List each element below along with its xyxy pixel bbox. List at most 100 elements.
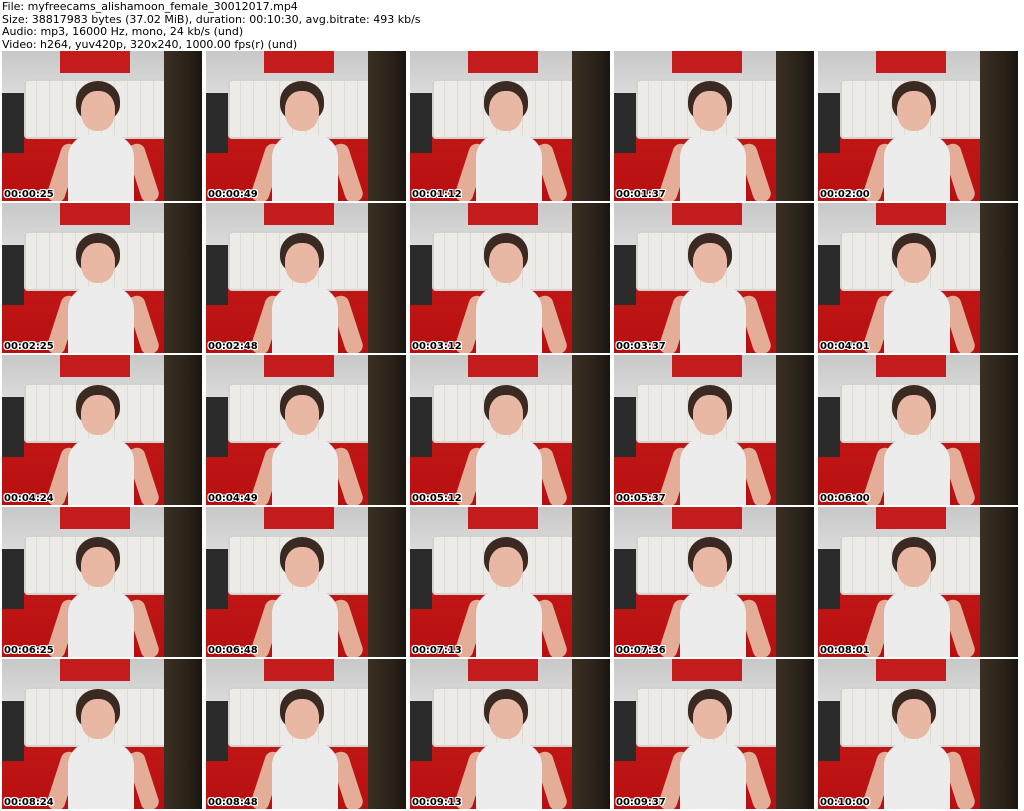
video-thumbnail: 00:06:00 — [818, 355, 1018, 505]
dark-furniture-left — [410, 397, 432, 457]
person-figure — [453, 233, 569, 353]
person-figure — [45, 81, 161, 201]
tank-top — [680, 439, 746, 505]
tank-top — [68, 743, 134, 809]
dark-furniture-left — [614, 93, 636, 153]
person-figure — [453, 385, 569, 505]
face — [489, 243, 523, 283]
dark-furniture-right — [368, 203, 406, 353]
red-object — [264, 507, 334, 529]
face — [81, 243, 115, 283]
tank-top — [680, 135, 746, 201]
person-figure — [45, 689, 161, 809]
thumbnail-timestamp: 00:10:00 — [820, 797, 870, 808]
tank-top — [476, 743, 542, 809]
dark-furniture-right — [572, 203, 610, 353]
red-object — [468, 659, 538, 681]
face — [897, 395, 931, 435]
tank-top — [476, 591, 542, 657]
red-object — [60, 507, 130, 529]
dark-furniture-right — [164, 659, 202, 809]
video-thumbnail: 00:00:25 — [2, 51, 202, 201]
thumbnail-timestamp: 00:04:01 — [820, 341, 870, 352]
thumbnail-timestamp: 00:07:13 — [412, 645, 462, 656]
thumbnail-timestamp: 00:08:48 — [208, 797, 258, 808]
video-thumbnail: 00:04:24 — [2, 355, 202, 505]
red-object — [672, 355, 742, 377]
person-figure — [861, 689, 977, 809]
red-object — [60, 659, 130, 681]
thumbnail-timestamp: 00:04:49 — [208, 493, 258, 504]
face — [489, 547, 523, 587]
person-figure — [45, 537, 161, 657]
person-figure — [249, 689, 365, 809]
video-thumbnail: 00:10:00 — [818, 659, 1018, 809]
thumbnail-timestamp: 00:06:25 — [4, 645, 54, 656]
tank-top — [476, 287, 542, 353]
person-figure — [657, 689, 773, 809]
dark-furniture-left — [410, 245, 432, 305]
tank-top — [272, 591, 338, 657]
face — [285, 91, 319, 131]
dark-furniture-left — [410, 93, 432, 153]
tank-top — [884, 135, 950, 201]
dark-furniture-left — [2, 549, 24, 609]
person-figure — [657, 81, 773, 201]
face — [81, 547, 115, 587]
dark-furniture-left — [206, 93, 228, 153]
video-thumbnail: 00:01:37 — [614, 51, 814, 201]
video-thumbnail: 00:06:48 — [206, 507, 406, 657]
red-object — [264, 203, 334, 225]
tank-top — [68, 287, 134, 353]
dark-furniture-left — [206, 549, 228, 609]
person-figure — [45, 233, 161, 353]
thumbnail-timestamp: 00:02:00 — [820, 189, 870, 200]
face — [897, 547, 931, 587]
video-thumbnail: 00:00:49 — [206, 51, 406, 201]
dark-furniture-left — [614, 701, 636, 761]
tank-top — [272, 287, 338, 353]
dark-furniture-right — [980, 203, 1018, 353]
person-figure — [249, 233, 365, 353]
face — [489, 699, 523, 739]
face — [285, 243, 319, 283]
thumbnail-timestamp: 00:07:36 — [616, 645, 666, 656]
thumbnail-timestamp: 00:02:48 — [208, 341, 258, 352]
red-object — [468, 355, 538, 377]
face — [693, 547, 727, 587]
dark-furniture-right — [572, 355, 610, 505]
dark-furniture-right — [368, 659, 406, 809]
video-thumbnail: 00:08:48 — [206, 659, 406, 809]
person-figure — [657, 233, 773, 353]
red-object — [672, 203, 742, 225]
dark-furniture-right — [572, 659, 610, 809]
file-name-line: File: myfreecams_alishamoon_female_30012… — [2, 0, 298, 13]
video-thumbnail: 00:02:00 — [818, 51, 1018, 201]
thumbnail-timestamp: 00:03:12 — [412, 341, 462, 352]
video-thumbnail: 00:02:25 — [2, 203, 202, 353]
red-object — [468, 51, 538, 73]
tank-top — [476, 135, 542, 201]
dark-furniture-right — [572, 51, 610, 201]
dark-furniture-left — [410, 701, 432, 761]
dark-furniture-left — [206, 245, 228, 305]
face — [285, 395, 319, 435]
video-thumbnail: 00:01:12 — [410, 51, 610, 201]
dark-furniture-right — [164, 51, 202, 201]
face — [897, 699, 931, 739]
dark-furniture-left — [206, 701, 228, 761]
dark-furniture-left — [410, 549, 432, 609]
dark-furniture-right — [980, 507, 1018, 657]
dark-furniture-left — [2, 701, 24, 761]
face — [489, 395, 523, 435]
red-object — [672, 507, 742, 529]
face — [693, 243, 727, 283]
thumbnail-timestamp: 00:09:13 — [412, 797, 462, 808]
red-object — [264, 355, 334, 377]
face — [81, 699, 115, 739]
dark-furniture-right — [572, 507, 610, 657]
video-thumbnail: 00:09:37 — [614, 659, 814, 809]
dark-furniture-left — [2, 245, 24, 305]
dark-furniture-left — [614, 549, 636, 609]
dark-furniture-right — [164, 507, 202, 657]
